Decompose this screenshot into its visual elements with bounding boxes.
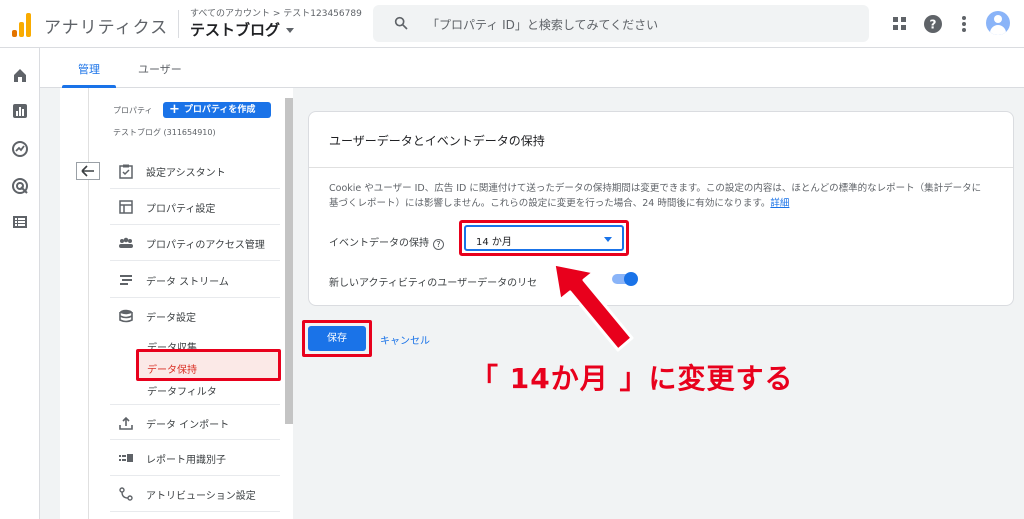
nav-item-reporting-identity[interactable]: レポート用識別子	[110, 440, 280, 476]
nav-item-setup-assistant[interactable]: 設定アシスタント	[110, 153, 280, 189]
analytics-logo-icon[interactable]	[10, 11, 34, 37]
property-id: テストブログ (311654910)	[113, 128, 216, 137]
nav-item-label: プロパティ設定	[146, 204, 216, 215]
attribution-icon	[119, 487, 133, 501]
event-retention-select[interactable]: 14 か月	[464, 225, 624, 251]
event-retention-label-text: イベントデータの保持	[329, 238, 429, 249]
nav-item-property-settings[interactable]: プロパティ設定	[110, 189, 280, 225]
avatar[interactable]	[986, 11, 1010, 35]
nav-scrollbar[interactable]	[285, 98, 293, 424]
event-retention-label: イベントデータの保持?	[329, 234, 444, 250]
card-divider	[309, 167, 1013, 168]
nav-item-label: レポート用識別子	[146, 455, 226, 466]
top-bar: アナリティクス すべてのアカウント > テスト123456789 テストブログ …	[0, 0, 1024, 48]
property-selector[interactable]: テストブログ	[190, 19, 295, 40]
reports-icon[interactable]	[11, 102, 29, 120]
nav-item-access-management[interactable]: プロパティのアクセス管理	[110, 225, 280, 261]
tab-user[interactable]: ユーザー	[138, 61, 182, 77]
nav-item-data-import[interactable]: データ インポート	[110, 404, 280, 440]
save-button[interactable]: 保存	[308, 326, 366, 351]
upload-icon	[119, 416, 133, 430]
description-text: Cookie やユーザー ID、広告 ID に関連付けて送ったデータの保持期間は…	[329, 183, 982, 209]
nav-item-label: アトリビューション設定	[146, 491, 256, 502]
dropdown-caret-icon	[604, 237, 612, 242]
apps-grid-icon[interactable]	[890, 14, 910, 34]
help-icon[interactable]: ?	[923, 14, 943, 34]
checklist-icon	[119, 164, 133, 179]
svg-text:?: ?	[930, 18, 937, 32]
nav-item-label: データ ストリーム	[146, 277, 229, 288]
property-name: テストブログ	[190, 21, 281, 39]
annotation-text: 「 14か月 」に変更する	[470, 362, 794, 395]
nav-divider	[88, 88, 89, 519]
explore-icon[interactable]	[11, 140, 29, 158]
nav-item-data-settings[interactable]: データ設定	[110, 298, 280, 334]
home-icon[interactable]	[11, 66, 29, 84]
identifier-icon	[119, 454, 133, 462]
nav-item-label: プロパティのアクセス管理	[146, 240, 265, 251]
cancel-button[interactable]: キャンセル	[380, 332, 430, 347]
left-rail	[0, 48, 40, 519]
layout-icon	[119, 200, 133, 214]
sub-item-data-retention[interactable]: データ保持	[147, 361, 197, 376]
nav-item-label: データ インポート	[146, 420, 230, 431]
plus-icon: +	[169, 102, 180, 117]
annotation-arrow-icon	[552, 262, 634, 352]
learn-more-link[interactable]: 詳細	[770, 198, 789, 209]
nav-item-label: 設定アシスタント	[146, 168, 226, 179]
create-property-label: プロパティを作成	[183, 105, 256, 115]
help-circle-icon[interactable]: ?	[433, 239, 444, 250]
create-property-button[interactable]: + プロパティを作成	[163, 102, 271, 118]
card-description: Cookie やユーザー ID、広告 ID に関連付けて送ったデータの保持期間は…	[329, 181, 989, 211]
retention-value: 14 か月	[476, 237, 512, 248]
card-title: ユーザーデータとイベントデータの保持	[329, 134, 545, 148]
header-divider	[178, 10, 179, 38]
more-vert-icon[interactable]	[954, 14, 974, 34]
back-button[interactable]	[76, 162, 100, 180]
reset-on-activity-label: 新しいアクティビティのユーザーデータのリセ	[329, 278, 538, 289]
breadcrumb[interactable]: すべてのアカウント > テスト123456789	[190, 6, 362, 19]
search-input[interactable]: 「プロパティ ID」と検索してみてください	[427, 16, 658, 33]
admin-tabs: 管理 ユーザー	[40, 48, 1024, 88]
nav-item-data-streams[interactable]: データ ストリーム	[110, 262, 280, 298]
people-icon	[119, 237, 133, 248]
arrow-left-icon	[81, 165, 94, 177]
chevron-down-icon	[286, 28, 295, 33]
app-name: アナリティクス	[44, 18, 169, 38]
nav-item-label: データ設定	[146, 313, 196, 324]
data-retention-card: ユーザーデータとイベントデータの保持 Cookie やユーザー ID、広告 ID…	[308, 111, 1014, 306]
property-label: プロパティ	[113, 106, 153, 115]
configure-icon[interactable]	[11, 213, 29, 231]
nav-item-attribution-settings[interactable]: アトリビューション設定	[110, 476, 280, 512]
streams-icon	[120, 275, 132, 285]
database-icon	[119, 309, 133, 323]
search-icon	[394, 16, 408, 30]
advertising-icon[interactable]	[11, 177, 29, 195]
search-bar[interactable]: 「プロパティ ID」と検索してみてください	[373, 5, 869, 42]
tab-admin[interactable]: 管理	[78, 61, 100, 77]
sub-item-data-filters[interactable]: データフィルタ	[147, 383, 217, 398]
